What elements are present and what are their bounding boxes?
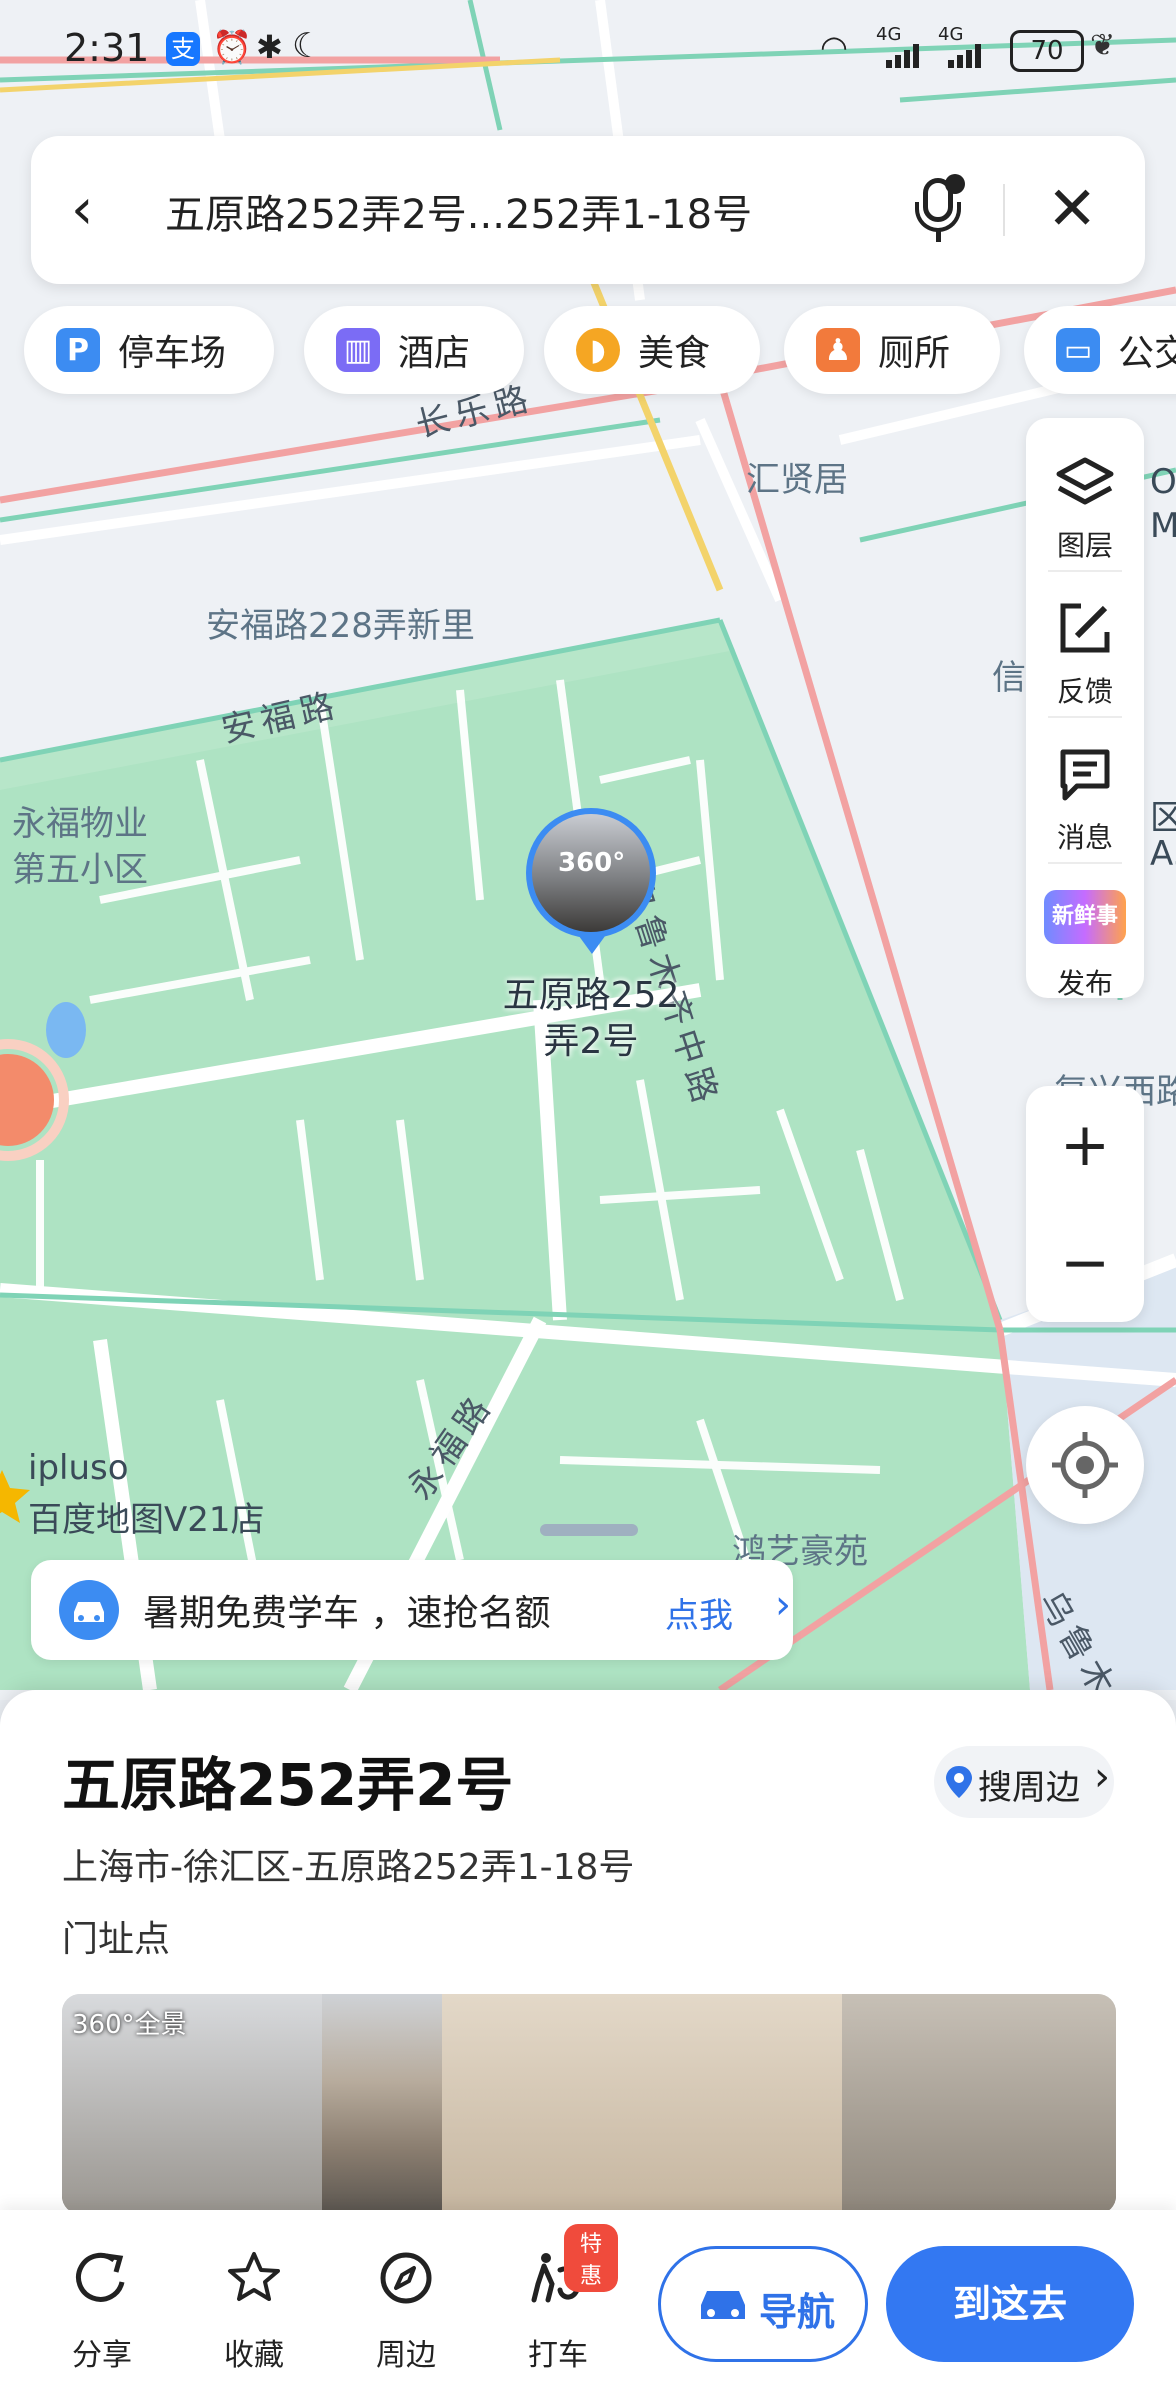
chip-toilet[interactable]: ♟ 厕所 [784, 306, 1000, 394]
star-icon [228, 2252, 280, 2301]
place-name: 五原路252弄2号 [62, 1751, 514, 1819]
moon-icon: ☾ [292, 26, 323, 66]
feedback-label: 反馈 [1056, 675, 1113, 708]
feedback-icon [1060, 603, 1110, 653]
promo-cta[interactable]: 点我 [665, 1588, 733, 1637]
search-nearby-button[interactable]: 搜周边 › [934, 1746, 1114, 1818]
go-here-button[interactable]: 到这去 [886, 2246, 1134, 2362]
food-icon: ◗ [576, 328, 620, 372]
location-marker-icon [946, 1766, 972, 1798]
zoom-out-button[interactable]: − [1026, 1204, 1144, 1322]
location-pin[interactable]: 360° [520, 808, 662, 968]
bus-icon: ▭ [1056, 328, 1100, 372]
signal-1-label: 4G [876, 24, 902, 45]
chip-parking[interactable]: P 停车场 [24, 306, 274, 394]
signal-2-label: 4G [938, 24, 964, 45]
wifi-icon: ◠ [820, 28, 848, 66]
taxi-label: 打车 [528, 2338, 588, 2373]
navigate-label: 导航 [759, 2290, 836, 2334]
chevron-right-icon: › [775, 1582, 791, 1628]
signal-1-icon [880, 44, 924, 68]
signal-2-icon [942, 44, 986, 68]
battery-icon: 70 [1010, 30, 1084, 72]
car-icon [59, 1580, 119, 1640]
parking-icon: P [56, 328, 100, 372]
crosshair-icon [1052, 1432, 1118, 1498]
layers-icon [1056, 457, 1114, 505]
chip-parking-label: 停车场 [118, 333, 227, 374]
layers-button[interactable]: 图层 [1026, 432, 1144, 577]
publish-button[interactable]: 新鲜事 发布 [1026, 870, 1144, 1015]
chip-food-label: 美食 [638, 333, 711, 374]
hotel-icon: ▥ [336, 328, 380, 372]
publish-icon: 新鲜事 [1044, 890, 1126, 944]
feedback-button[interactable]: 反馈 [1026, 578, 1144, 723]
leaf-icon: ❦ [1090, 28, 1116, 63]
nearby-button[interactable]: 周边 [346, 2250, 466, 2374]
chip-hotel-label: 酒店 [398, 333, 471, 374]
bluetooth-icon: ✱ [256, 28, 283, 66]
navigate-button[interactable]: 导航 [658, 2246, 868, 2362]
search-query[interactable]: 五原路252弄2号...252弄1-18号 [165, 182, 752, 240]
map-label-huixianju: 汇贤居 [746, 460, 848, 500]
search-nearby-label: 搜周边 [978, 1768, 1080, 1808]
pin-label-line2: 弄2号 [543, 1021, 639, 1062]
chip-bus-label: 公交 [1118, 333, 1176, 374]
taxi-button[interactable]: 特惠 打车 [498, 2224, 618, 2374]
zoom-controls: + − [1026, 1086, 1144, 1322]
panorama-badge: 360°全景 [72, 2010, 187, 2040]
close-icon[interactable]: ✕ [1047, 174, 1097, 244]
chip-hotel[interactable]: ▥ 酒店 [304, 306, 524, 394]
alarm-icon: ⏰ [212, 28, 252, 66]
promo-banner[interactable]: 暑期免费学车 ，速抢名额 点我 › [31, 1560, 793, 1660]
messages-button[interactable]: 消息 [1026, 724, 1144, 869]
promo-text: 暑期免费学车 ，速抢名额 [143, 1593, 551, 1634]
status-time: 2:31 [64, 26, 150, 70]
toilet-icon: ♟ [816, 328, 860, 372]
map-label-partial-a3: A3 [1150, 834, 1176, 874]
microphone-icon[interactable] [909, 172, 969, 248]
map-label-yongfu-wuye: 永福物业 [12, 804, 148, 844]
place-address: 上海市-徐汇区-五原路252弄1-18号 [62, 1847, 635, 1888]
compass-icon [380, 2252, 432, 2304]
street-view-photo[interactable]: 360°全景 [62, 1994, 1116, 2214]
car-nav-icon [701, 2291, 745, 2319]
alipay-icon: 支 [166, 32, 200, 66]
map-label-partial-qu: 区 [1150, 798, 1176, 838]
chip-food[interactable]: ◗ 美食 [544, 306, 760, 394]
pin-label-line1: 五原路252 [502, 975, 680, 1016]
favorite-label: 收藏 [224, 2338, 284, 2373]
chevron-right-icon-nearby: › [1094, 1754, 1110, 1800]
publish-label: 发布 [1056, 967, 1113, 1000]
back-icon[interactable]: ‹ [71, 176, 131, 244]
zoom-in-button[interactable]: + [1026, 1086, 1144, 1204]
chip-bus[interactable]: ▭ 公交 [1024, 306, 1176, 394]
search-bar[interactable]: ‹ 五原路252弄2号...252弄1-18号 ✕ [31, 136, 1145, 284]
place-type: 门址点 [62, 1919, 171, 1960]
map-label-dierwu: 第五小区 [12, 850, 148, 890]
bottom-action-bar: 分享 收藏 周边 特惠 打车 导航 到这去 [0, 2210, 1176, 2400]
layers-label: 图层 [1056, 529, 1113, 562]
map-tools-panel: 图层 反馈 消息 新鲜事 发布 [1026, 418, 1144, 1000]
chip-toilet-label: 厕所 [878, 333, 951, 374]
map-label-xin: 信 [992, 658, 1026, 698]
favorite-button[interactable]: 收藏 [194, 2250, 314, 2374]
nearby-label: 周边 [376, 2338, 436, 2373]
map-label-baidu-store: 百度地图V21店 [28, 1500, 265, 1540]
pin-360-badge: 360° [558, 848, 626, 878]
message-icon [1060, 749, 1110, 801]
my-location-button[interactable] [1026, 1406, 1144, 1524]
map-label-ipluso: ipluso [28, 1448, 129, 1488]
status-bar: 2:31 支 ⏰ ✱ ☾ ◠ 4G 4G 70 ❦ [0, 0, 1176, 100]
map-label-partial-o: O [1150, 462, 1176, 502]
share-icon [76, 2252, 125, 2302]
map-label-anfu228: 安福路228弄新里 [206, 606, 475, 646]
map-label-partial-m: M [1150, 506, 1176, 546]
share-label: 分享 [72, 2338, 132, 2373]
messages-label: 消息 [1056, 821, 1113, 854]
share-button[interactable]: 分享 [42, 2250, 162, 2374]
taxi-promo-badge: 特惠 [564, 2224, 618, 2292]
